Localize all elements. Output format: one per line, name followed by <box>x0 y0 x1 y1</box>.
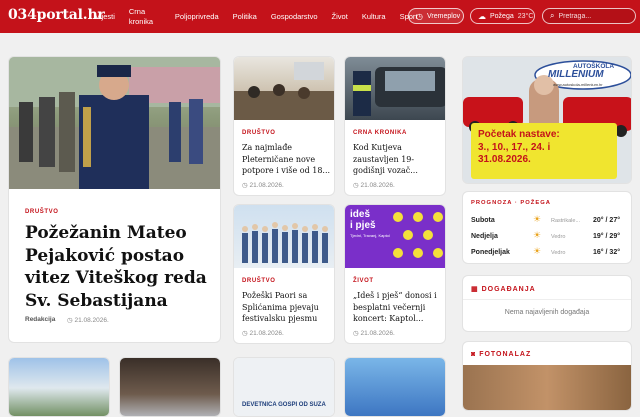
featured-category[interactable]: DRUŠTVO <box>25 209 59 215</box>
search-icon: ⌕ <box>550 11 555 20</box>
vremeplov-button[interactable]: ◷ Vremeplov <box>408 8 464 24</box>
article-category[interactable]: CRNA KRONIKA <box>353 130 407 136</box>
forecast-day: Subota <box>471 217 495 224</box>
forecast-desc: Vedro <box>551 234 566 240</box>
nav-item-crna-kronika[interactable]: Crna kronika <box>129 7 161 27</box>
devetnica-text: DEVETNICA GOSPI OD SUZA <box>242 402 326 408</box>
featured-date: ◷ 21.08.2026. <box>67 317 109 324</box>
forecast-desc: Rastrikale... <box>551 218 581 224</box>
events-widget: ▦ DOGAĐANJA Nema najavljenih događaja <box>462 275 632 332</box>
article-card[interactable]: CRNA KRONIKA Kod Kutjeva zaustavljen 19-… <box>344 56 446 196</box>
article-card[interactable]: DRUŠTVO Požeški Paori sa Splićanima pjev… <box>233 204 335 344</box>
forecast-day: Ponedjeljak <box>471 249 510 256</box>
article-card[interactable]: DEVETNICA GOSPI OD SUZA <box>233 357 335 417</box>
autoskola-ad[interactable]: AUTOŠKOLA MILLENIUM www.autoskola-millen… <box>462 56 632 184</box>
events-empty: Nema najavljenih događaja <box>504 309 590 316</box>
forecast-heading: PROGNOZA · POŽEGA <box>471 200 551 206</box>
sun-icon: ☀ <box>533 230 542 240</box>
article-title[interactable]: Kod Kutjeva zaustavljen 19-godišnji voza… <box>353 142 443 177</box>
ad-url: www.autoskola-millenium.hr <box>553 82 603 87</box>
article-date: ◷ 21.08.2026. <box>353 330 395 337</box>
featured-author[interactable]: Redakcija <box>25 316 55 323</box>
article-image: ideš i pješ Tjedni, Travanj, Kaptol <box>345 205 445 268</box>
article-card[interactable]: ideš i pješ Tjedni, Travanj, Kaptol ŽIVOT… <box>344 204 446 344</box>
article-image <box>9 358 109 416</box>
featured-title[interactable]: Požežanin Mateo Pejaković postao vitez V… <box>25 222 220 312</box>
featured-image <box>9 57 220 189</box>
nav-item-kultura[interactable]: Kultura <box>362 12 386 22</box>
article-category[interactable]: ŽIVOT <box>353 278 374 284</box>
nav-item-gospodarstvo[interactable]: Gospodarstvo <box>271 12 318 22</box>
article-date: ◷ 21.08.2026. <box>353 182 395 189</box>
article-category[interactable]: DRUŠTVO <box>242 130 276 136</box>
camera-icon: ◙ <box>471 351 480 358</box>
nav-item-poljoprivreda[interactable]: Poljoprivreda <box>175 12 219 22</box>
search-input[interactable]: ⌕ Pretraga... <box>542 8 636 24</box>
forecast-desc: Vedro <box>551 250 566 256</box>
article-image <box>234 205 334 268</box>
ad-name: MILLENIUM <box>548 69 604 80</box>
photo-widget: ◙ FOTONALAZ <box>462 341 632 411</box>
photo-image[interactable] <box>463 365 631 410</box>
article-image <box>234 57 334 120</box>
article-card[interactable] <box>119 357 221 417</box>
article-title[interactable]: Za najmlađe Pleterničane nove potpore i … <box>242 142 332 177</box>
poster-pattern <box>393 212 443 258</box>
article-title[interactable]: „Ideš i pješ“ donosi i besplatni večernj… <box>353 290 443 325</box>
forecast-temps: 19° / 29° <box>593 233 621 240</box>
featured-article-card[interactable]: DRUŠTVO Požežanin Mateo Pejaković postao… <box>8 56 221 343</box>
top-navigation-bar: 034portal.hr Vijesti Crna kronika Poljop… <box>0 0 640 33</box>
sun-cloud-icon: ☀ <box>533 214 542 224</box>
poster-text: ideš i pješ <box>350 209 376 231</box>
site-logo[interactable]: 034portal.hr <box>8 7 105 23</box>
nav-item-vijesti[interactable]: Vijesti <box>95 12 115 22</box>
article-image <box>345 57 445 120</box>
forecast-temps: 16° / 32° <box>593 249 621 256</box>
article-date: ◷ 21.08.2026. <box>242 182 284 189</box>
sun-icon: ☀ <box>533 246 542 256</box>
clock-icon: ◷ <box>416 11 423 21</box>
nav-item-zivot[interactable]: Život <box>332 12 348 22</box>
divider <box>463 299 631 300</box>
events-heading: ▦ DOGAĐANJA <box>471 286 536 293</box>
ad-dates: Početak nastave: 3., 10., 17., 24. i 31.08… <box>478 129 560 165</box>
article-card[interactable] <box>8 357 110 417</box>
article-title[interactable]: Požeški Paori sa Splićanima pjevaju fest… <box>242 290 332 325</box>
article-image <box>120 358 220 416</box>
forecast-temps: 20° / 27° <box>593 217 621 224</box>
weather-widget[interactable]: ☁ Požega 23°C <box>470 8 535 24</box>
nav-item-politika[interactable]: Politika <box>233 12 257 22</box>
article-category[interactable]: DRUŠTVO <box>242 278 276 284</box>
main-nav: Vijesti Crna kronika Poljoprivreda Polit… <box>95 0 432 33</box>
cloud-icon: ☁ <box>478 11 486 21</box>
article-date: ◷ 21.08.2026. <box>242 330 284 337</box>
article-card[interactable]: DRUŠTVO Za najmlađe Pleterničane nove po… <box>233 56 335 196</box>
article-card[interactable] <box>344 357 446 417</box>
article-image: DEVETNICA GOSPI OD SUZA <box>234 358 334 416</box>
article-image <box>345 358 445 416</box>
calendar-icon: ▦ <box>471 286 482 293</box>
photo-heading: ◙ FOTONALAZ <box>471 351 532 358</box>
forecast-day: Nedjelja <box>471 233 498 240</box>
forecast-widget: PROGNOZA · POŽEGA Subota ☀ Rastrikale...… <box>462 191 632 264</box>
